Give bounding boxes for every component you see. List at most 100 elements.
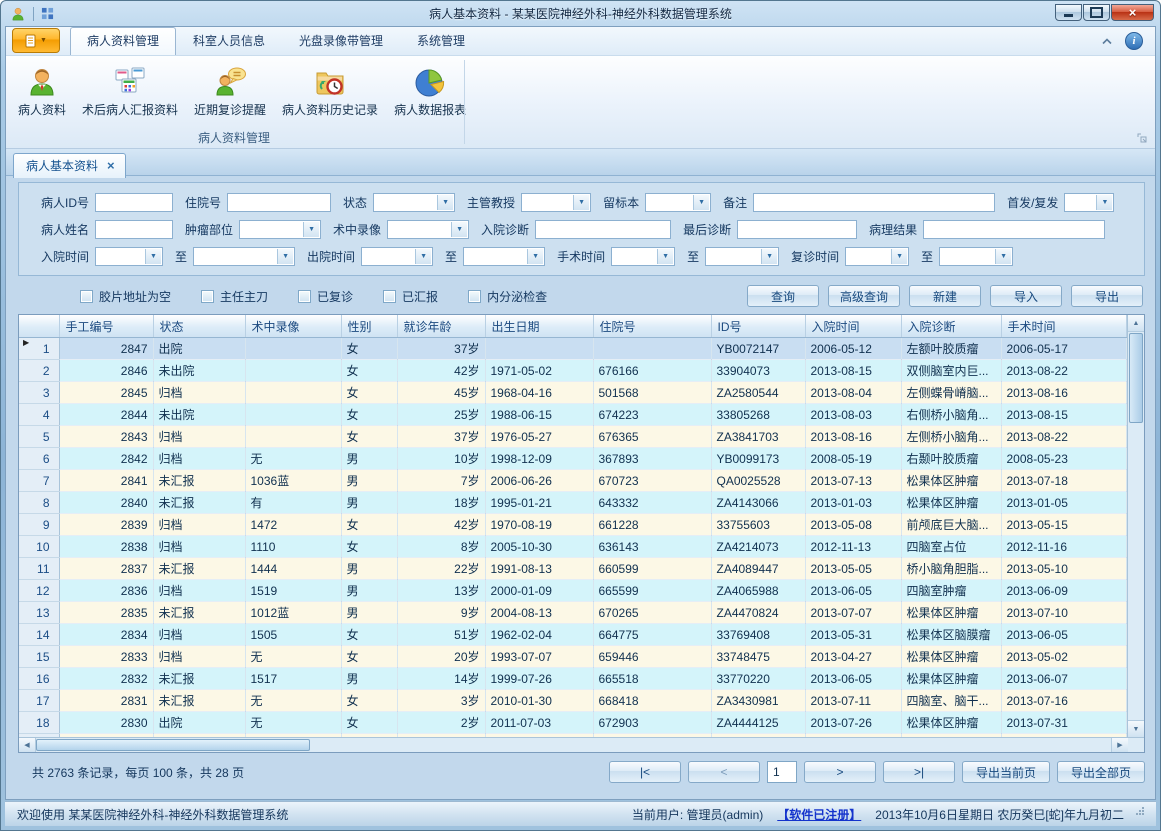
cell-age-at-visit[interactable]: 14岁 <box>397 668 485 690</box>
cell-admission-diagnosis[interactable]: 双侧脑室内巨... <box>901 360 1001 382</box>
filter-input-patient-name[interactable] <box>95 220 173 239</box>
cell-admission-diagnosis[interactable]: 松果体区肿瘤 <box>901 602 1001 624</box>
cell-gender[interactable]: 女 <box>341 426 397 448</box>
table-row[interactable]: 112837未汇报1444男22岁1991-08-13660599ZA40894… <box>19 558 1127 580</box>
cell-gender[interactable]: 女 <box>341 338 397 360</box>
cell-surgery-date[interactable]: 2013-07-16 <box>1001 690 1127 712</box>
cell-status[interactable]: 未汇报 <box>153 602 245 624</box>
cell-surgery-date[interactable]: 2013-06-09 <box>1001 580 1127 602</box>
cell-admission-no[interactable]: 676166 <box>593 360 711 382</box>
cell-id-no[interactable]: 33805268 <box>711 404 805 426</box>
cell-surgery-video[interactable]: 1012蓝 <box>245 602 341 624</box>
row-indicator[interactable]: 13 <box>19 602 59 624</box>
cell-admission-diagnosis[interactable]: 松果体区脑膜瘤 <box>901 624 1001 646</box>
cell-admission-date[interactable]: 2013-01-03 <box>805 492 901 514</box>
cell-manual-no[interactable]: 2839 <box>59 514 153 536</box>
cell-admission-diagnosis[interactable]: 松果体区肿瘤 <box>901 646 1001 668</box>
cell-admission-no[interactable]: 665518 <box>593 668 711 690</box>
cell-gender[interactable]: 男 <box>341 602 397 624</box>
row-indicator[interactable]: 1▶ <box>19 338 59 360</box>
cell-status[interactable]: 未汇报 <box>153 690 245 712</box>
row-indicator[interactable]: 4 <box>19 404 59 426</box>
cell-id-no[interactable]: ZA4089447 <box>711 558 805 580</box>
filter-select-tumor-site[interactable]: ▼ <box>239 220 321 239</box>
cell-surgery-video[interactable]: 无 <box>245 448 341 470</box>
filter-input-admission-no[interactable] <box>227 193 331 212</box>
cell-id-no[interactable]: ZA4143066 <box>711 492 805 514</box>
cell-id-no[interactable]: 33748475 <box>711 646 805 668</box>
cell-id-no[interactable]: QA0025528 <box>711 470 805 492</box>
cell-admission-no[interactable]: 670723 <box>593 470 711 492</box>
dropdown-arrow-icon[interactable]: ▼ <box>527 249 543 264</box>
filter-select-specimen-kept[interactable]: ▼ <box>645 193 711 212</box>
cell-status[interactable]: 归档 <box>153 448 245 470</box>
table-row[interactable]: 172831未汇报无女3岁2010-01-30668418ZA343098120… <box>19 690 1127 712</box>
cell-admission-no[interactable]: 660599 <box>593 558 711 580</box>
cell-manual-no[interactable]: 2830 <box>59 712 153 734</box>
ribbon-tab-system-management[interactable]: 系统管理 <box>400 27 482 55</box>
cell-id-no[interactable]: 33904073 <box>711 360 805 382</box>
cell-gender[interactable]: 女 <box>341 712 397 734</box>
filter-input-final-diagnosis[interactable] <box>737 220 857 239</box>
cell-birth-date[interactable]: 1971-05-02 <box>485 360 593 382</box>
ribbon-button-revisit-reminder[interactable]: 近期复诊提醒 <box>186 60 274 120</box>
checkbox-revisited[interactable]: 已复诊 <box>298 288 353 305</box>
cell-manual-no[interactable]: 2840 <box>59 492 153 514</box>
cell-admission-date[interactable]: 2013-05-05 <box>805 558 901 580</box>
row-indicator[interactable]: 19 <box>19 734 59 738</box>
cell-id-no[interactable]: ZA3430981 <box>711 690 805 712</box>
ribbon-button-postop-report-data[interactable]: 术后病人汇报资料 <box>74 60 186 120</box>
cell-gender[interactable]: 男 <box>341 580 397 602</box>
cell-surgery-date[interactable]: 2013-08-22 <box>1001 426 1127 448</box>
close-button[interactable]: × <box>1111 4 1154 21</box>
table-row[interactable]: 102838归档1110女8岁2005-10-30636143ZA4214073… <box>19 536 1127 558</box>
row-indicator[interactable]: 17 <box>19 690 59 712</box>
table-row[interactable]: 132835未汇报1012蓝男9岁2004-08-13670265ZA44708… <box>19 602 1127 624</box>
last-page-button[interactable]: >| <box>883 761 955 783</box>
column-header-gender[interactable]: 性别 <box>341 315 397 338</box>
cell-surgery-video[interactable] <box>245 360 341 382</box>
cell-birth-date[interactable]: 2004-08-13 <box>485 602 593 624</box>
filter-select-discharge-date-to[interactable]: ▼ <box>463 247 545 266</box>
cell-manual-no[interactable]: 2846 <box>59 360 153 382</box>
export-all-pages-button[interactable]: 导出全部页 <box>1057 761 1145 783</box>
column-header-row[interactable] <box>19 315 59 338</box>
cell-admission-no[interactable]: 676365 <box>593 426 711 448</box>
cell-admission-diagnosis[interactable]: 左额叶胶质瘤 <box>901 338 1001 360</box>
cell-surgery-video[interactable]: 1472 <box>245 514 341 536</box>
cell-age-at-visit[interactable]: 7岁 <box>397 470 485 492</box>
cell-age-at-visit[interactable]: 13岁 <box>397 580 485 602</box>
cell-surgery-date[interactable]: 2013-06-05 <box>1001 624 1127 646</box>
grid-horizontal-scrollbar[interactable]: ◀ ▶ <box>19 737 1144 752</box>
app-menu-button[interactable]: ▼ <box>12 28 60 53</box>
cell-admission-no[interactable]: 672903 <box>593 712 711 734</box>
cell-gender[interactable]: 男 <box>341 668 397 690</box>
cell-birth-date[interactable]: 1988-06-15 <box>485 404 593 426</box>
ribbon-collapse-icon[interactable] <box>1101 34 1113 48</box>
table-row[interactable]: 62842归档无男10岁1998-12-09367893YB0099173200… <box>19 448 1127 470</box>
cell-admission-date[interactable]: 2013-08-04 <box>805 382 901 404</box>
cell-gender[interactable]: 女 <box>341 646 397 668</box>
maximize-button[interactable] <box>1083 4 1110 21</box>
dialog-launcher-icon[interactable] <box>1137 132 1147 146</box>
cell-status[interactable]: 归档 <box>153 580 245 602</box>
cell-gender[interactable]: 女 <box>341 536 397 558</box>
cell-birth-date[interactable]: 1968-04-16 <box>485 382 593 404</box>
new-button[interactable]: 新建 <box>909 285 981 307</box>
table-row[interactable]: 42844未出院女25岁1988-06-15674223338052682013… <box>19 404 1127 426</box>
cell-gender[interactable]: 女 <box>341 360 397 382</box>
cell-age-at-visit[interactable]: 42岁 <box>397 360 485 382</box>
document-tab[interactable]: 病人基本资料 × <box>13 153 126 178</box>
cell-manual-no[interactable]: 2831 <box>59 690 153 712</box>
cell-gender[interactable]: 女 <box>341 404 397 426</box>
row-indicator[interactable]: 9 <box>19 514 59 536</box>
license-status-link[interactable]: 【软件已注册】 <box>777 806 861 823</box>
export-current-page-button[interactable]: 导出当前页 <box>962 761 1050 783</box>
cell-surgery-date[interactable]: 2013-05-10 <box>1001 558 1127 580</box>
column-header-surgery-date[interactable]: 手术时间 <box>1001 315 1127 338</box>
cell-birth-date[interactable]: 2000-01-09 <box>485 580 593 602</box>
table-row[interactable]: 162832未汇报1517男14岁1999-07-266655183377022… <box>19 668 1127 690</box>
scroll-right-icon[interactable]: ▶ <box>1111 738 1128 752</box>
cell-admission-diagnosis[interactable]: 左侧蝶骨嵴脑... <box>901 382 1001 404</box>
cell-manual-no[interactable]: 2833 <box>59 646 153 668</box>
